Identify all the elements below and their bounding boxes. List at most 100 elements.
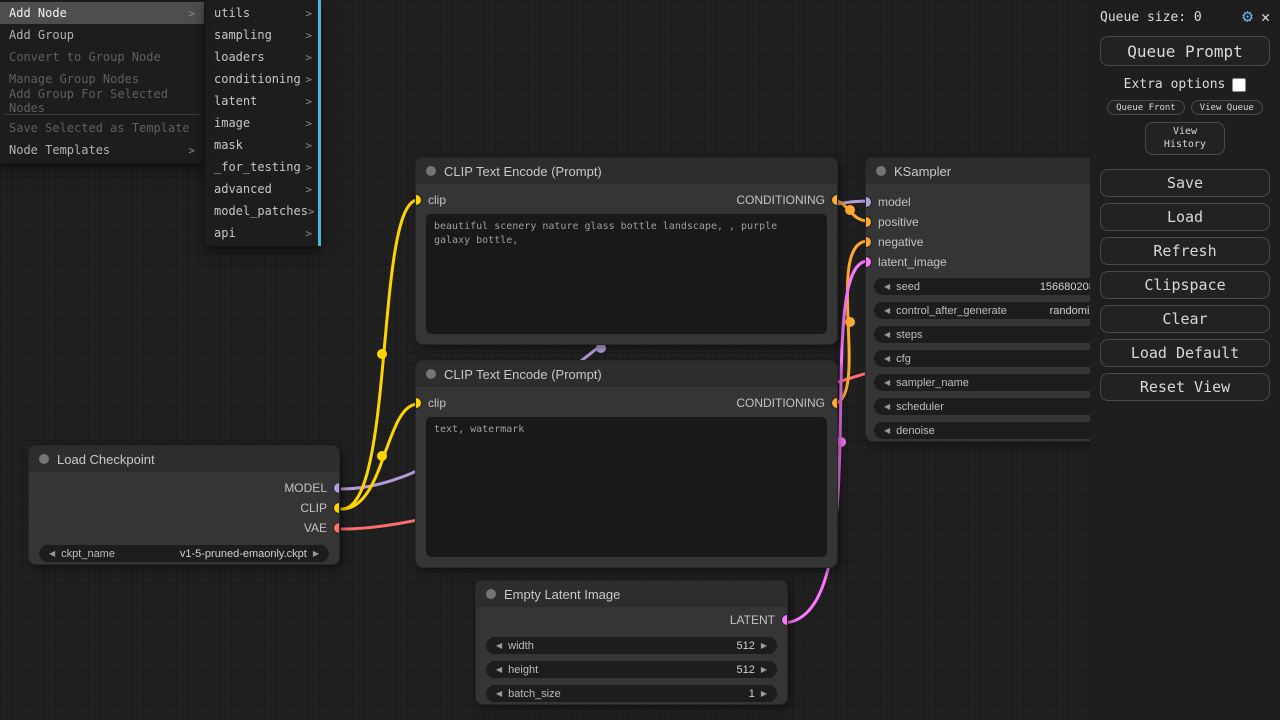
widget-batch-size[interactable]: ◀ batch_size 1 ▶	[486, 685, 777, 702]
model-slot-dot[interactable]	[865, 197, 871, 207]
input-slot-clip[interactable]: clip	[426, 396, 446, 410]
decrement-arrow-icon[interactable]: ◀	[884, 306, 890, 315]
load-default-button[interactable]: Load Default	[1100, 339, 1270, 367]
view-queue-button[interactable]: View Queue	[1191, 100, 1263, 115]
input-slot-negative[interactable]: negative	[876, 235, 923, 249]
increment-arrow-icon[interactable]: ▶	[761, 689, 767, 698]
submenu-item-loaders[interactable]: loaders >	[205, 46, 321, 68]
node-title-bar[interactable]: KSampler	[866, 158, 1119, 184]
increment-arrow-icon[interactable]: ▶	[761, 665, 767, 674]
input-slot-positive[interactable]: positive	[876, 215, 919, 229]
node-clip-text-encode-positive[interactable]: CLIP Text Encode (Prompt) clip CONDITION…	[415, 157, 838, 345]
refresh-button[interactable]: Refresh	[1100, 237, 1270, 265]
submenu-item-conditioning[interactable]: conditioning >	[205, 68, 321, 90]
submenu-item-mask[interactable]: mask >	[205, 134, 321, 156]
collapse-dot-icon[interactable]	[486, 589, 496, 599]
conditioning-slot-dot[interactable]	[832, 398, 838, 408]
widget-sampler-name[interactable]: ◀ sampler_name	[874, 374, 1111, 391]
node-canvas[interactable]: CLIP Text Encode (Prompt) clip CONDITION…	[0, 0, 1280, 720]
submenu-item-api[interactable]: api >	[205, 222, 321, 244]
widget-control-after-generate[interactable]: ◀ control_after_generate randomize	[874, 302, 1111, 319]
widget-steps[interactable]: ◀ steps	[874, 326, 1111, 343]
clipspace-button[interactable]: Clipspace	[1100, 271, 1270, 299]
decrement-arrow-icon[interactable]: ◀	[49, 549, 55, 558]
extra-options-checkbox[interactable]	[1232, 78, 1246, 92]
increment-arrow-icon[interactable]: ▶	[313, 549, 319, 558]
collapse-dot-icon[interactable]	[426, 166, 436, 176]
view-history-button[interactable]: View History	[1145, 122, 1225, 155]
latent-slot-dot[interactable]	[782, 615, 788, 625]
widget-ckpt-name[interactable]: ◀ ckpt_name v1-5-pruned-emaonly.ckpt ▶	[39, 545, 329, 562]
menu-item-add-group[interactable]: Add Group	[0, 24, 204, 46]
collapse-dot-icon[interactable]	[426, 369, 436, 379]
conditioning-slot-dot[interactable]	[865, 237, 871, 247]
node-title-bar[interactable]: CLIP Text Encode (Prompt)	[416, 361, 837, 387]
widget-height[interactable]: ◀ height 512 ▶	[486, 661, 777, 678]
output-slot-model[interactable]: MODEL	[284, 481, 329, 495]
increment-arrow-icon[interactable]: ▶	[761, 641, 767, 650]
node-title-bar[interactable]: Empty Latent Image	[476, 581, 787, 607]
output-slot-vae[interactable]: VAE	[304, 521, 329, 535]
submenu-item-sampling[interactable]: sampling >	[205, 24, 321, 46]
output-slot-conditioning[interactable]: CONDITIONING	[736, 193, 827, 207]
output-slot-clip[interactable]: CLIP	[300, 501, 329, 515]
node-load-checkpoint[interactable]: Load Checkpoint MODEL CLIP VAE	[28, 445, 340, 565]
submenu-item-image[interactable]: image >	[205, 112, 321, 134]
menu-item-add-node[interactable]: Add Node >	[0, 2, 204, 24]
input-slot-latent-image[interactable]: latent_image	[876, 255, 947, 269]
menu-item-convert-to-group-node[interactable]: Convert to Group Node	[0, 46, 204, 68]
decrement-arrow-icon[interactable]: ◀	[884, 402, 890, 411]
widget-cfg[interactable]: ◀ cfg	[874, 350, 1111, 367]
submenu-item-advanced[interactable]: advanced >	[205, 178, 321, 200]
menu-item-add-group-for-selected[interactable]: Add Group For Selected Nodes	[0, 90, 204, 112]
decrement-arrow-icon[interactable]: ◀	[884, 330, 890, 339]
widget-denoise[interactable]: ◀ denoise	[874, 422, 1111, 439]
decrement-arrow-icon[interactable]: ◀	[884, 354, 890, 363]
conditioning-slot-dot[interactable]	[865, 217, 871, 227]
decrement-arrow-icon[interactable]: ◀	[496, 641, 502, 650]
decrement-arrow-icon[interactable]: ◀	[496, 665, 502, 674]
menu-item-node-templates[interactable]: Node Templates >	[0, 139, 204, 161]
output-slot-latent[interactable]: LATENT	[730, 613, 777, 627]
collapse-dot-icon[interactable]	[876, 166, 886, 176]
load-button[interactable]: Load	[1100, 203, 1270, 231]
node-title-bar[interactable]: CLIP Text Encode (Prompt)	[416, 158, 837, 184]
node-clip-text-encode-negative[interactable]: CLIP Text Encode (Prompt) clip CONDITION…	[415, 360, 838, 568]
decrement-arrow-icon[interactable]: ◀	[884, 378, 890, 387]
menu-item-save-selected-as-template[interactable]: Save Selected as Template	[0, 117, 204, 139]
latent-slot-dot[interactable]	[865, 257, 871, 267]
widget-seed[interactable]: ◀ seed 1566802087	[874, 278, 1111, 295]
node-title-bar[interactable]: Load Checkpoint	[29, 446, 339, 472]
vae-slot-dot[interactable]	[334, 523, 340, 533]
node-empty-latent-image[interactable]: Empty Latent Image LATENT ◀ width 512 ▶ …	[475, 580, 788, 705]
settings-gear-icon[interactable]: ⚙	[1242, 8, 1253, 26]
clip-slot-dot[interactable]	[415, 398, 421, 408]
reset-view-button[interactable]: Reset View	[1100, 373, 1270, 401]
submenu-item-for-testing[interactable]: _for_testing >	[205, 156, 321, 178]
decrement-arrow-icon[interactable]: ◀	[884, 282, 890, 291]
output-slot-conditioning[interactable]: CONDITIONING	[736, 396, 827, 410]
close-icon[interactable]: ✕	[1261, 10, 1270, 25]
input-slot-model[interactable]: model	[876, 195, 911, 209]
submenu-item-model-patches[interactable]: model_patches >	[205, 200, 321, 222]
submenu-item-utils[interactable]: utils >	[205, 2, 321, 24]
node-ksampler[interactable]: KSampler model positive negative	[865, 157, 1120, 442]
model-slot-dot[interactable]	[334, 483, 340, 493]
queue-front-button[interactable]: Queue Front	[1107, 100, 1185, 115]
save-button[interactable]: Save	[1100, 169, 1270, 197]
conditioning-slot-dot[interactable]	[832, 195, 838, 205]
decrement-arrow-icon[interactable]: ◀	[884, 426, 890, 435]
collapse-dot-icon[interactable]	[39, 454, 49, 464]
prompt-textarea[interactable]: beautiful scenery nature glass bottle la…	[426, 214, 827, 334]
widget-scheduler[interactable]: ◀ scheduler	[874, 398, 1111, 415]
clear-button[interactable]: Clear	[1100, 305, 1270, 333]
queue-prompt-button[interactable]: Queue Prompt	[1100, 36, 1270, 66]
clip-slot-dot[interactable]	[415, 195, 421, 205]
decrement-arrow-icon[interactable]: ◀	[496, 689, 502, 698]
input-slot-clip[interactable]: clip	[426, 193, 446, 207]
prompt-textarea[interactable]: text, watermark	[426, 417, 827, 557]
widget-width[interactable]: ◀ width 512 ▶	[486, 637, 777, 654]
submenu-item-latent[interactable]: latent >	[205, 90, 321, 112]
add-node-submenu: utils > sampling > loaders > conditionin…	[205, 0, 321, 246]
clip-slot-dot[interactable]	[334, 503, 340, 513]
